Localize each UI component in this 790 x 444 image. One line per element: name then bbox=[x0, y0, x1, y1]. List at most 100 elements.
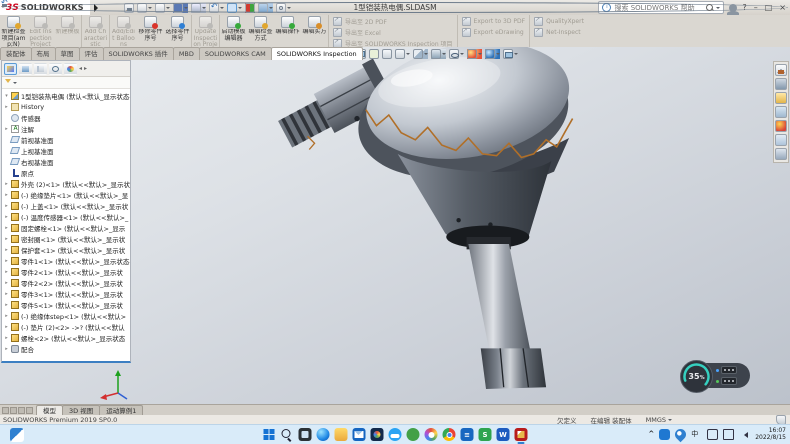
new-template-button[interactable]: 新建模板 bbox=[54, 15, 81, 47]
launch-template-editor-button[interactable]: 启动模板编辑器 bbox=[219, 15, 247, 47]
tree-item[interactable]: ▸ 零件3<1> (默认<<默认>_显示状 bbox=[2, 288, 130, 299]
select-balloons-button[interactable]: 选择零件序号 bbox=[164, 15, 191, 47]
cloud-app[interactable] bbox=[389, 428, 402, 441]
tree-item[interactable]: ▸ 保护套<1> (默认<<默认>_显示状 bbox=[2, 244, 130, 255]
ribbon-tab[interactable]: 装配体 bbox=[0, 47, 32, 60]
display-style-icon[interactable] bbox=[431, 49, 446, 59]
tree-item[interactable]: ▸ 右视基准面 bbox=[2, 156, 130, 167]
onedrive-icon[interactable] bbox=[659, 429, 670, 440]
displaymanager-tab[interactable] bbox=[64, 63, 77, 75]
new-inspection-project-button[interactable]: 新建检查项目(amp;N) bbox=[0, 15, 27, 47]
tray-expand-button[interactable]: ^ bbox=[648, 430, 654, 438]
export-excel-button[interactable]: 导出至 Excel bbox=[333, 28, 453, 37]
tree-item[interactable]: ▸ (-) 上盖<1> (默认<<默认>_显示状 bbox=[2, 200, 130, 211]
export-3d-pdf-button[interactable]: Export to 3D PDF bbox=[462, 17, 526, 26]
tree-filter[interactable] bbox=[2, 77, 130, 89]
green-app[interactable] bbox=[407, 428, 420, 441]
search-button[interactable] bbox=[281, 428, 294, 441]
view-orientation-icon[interactable] bbox=[413, 49, 428, 59]
tree-item[interactable]: ▸ 外壳 (2)<1> (默认<<默认>_显示状 bbox=[2, 178, 130, 189]
tree-item[interactable]: ▸ 传感器 bbox=[2, 112, 130, 123]
taskbar-clock[interactable]: 16:07 2022/8/15 bbox=[755, 427, 786, 441]
propertymanager-tab[interactable] bbox=[19, 63, 32, 75]
ribbon-tab[interactable]: SOLIDWORKS Inspection bbox=[271, 47, 363, 60]
edit-inspection-project-button[interactable]: Edit Inspection Project bbox=[27, 15, 54, 47]
tree-item[interactable]: ▸ (-) 垫片 (2)<2> ->? (默认<<默认 bbox=[2, 321, 130, 332]
tree-item[interactable]: ▸ 上视基准面 bbox=[2, 145, 130, 156]
color-ring-app[interactable] bbox=[425, 428, 438, 441]
configurationmanager-tab[interactable] bbox=[34, 63, 47, 75]
tree-item[interactable]: ▸ (-) 绝缘体step<1> (默认<<默认> bbox=[2, 310, 130, 321]
tree-item[interactable]: ▸ 固定螺栓<1> (默认<<默认>_显示 bbox=[2, 222, 130, 233]
battery-recorder-widget[interactable]: 35% bbox=[686, 363, 750, 388]
dimxpertmanager-tab[interactable] bbox=[49, 63, 62, 75]
tree-item[interactable]: ▸ 密封圈<1> (默认<<默认>_显示状 bbox=[2, 233, 130, 244]
green-s-app[interactable]: S bbox=[479, 428, 492, 441]
file-explorer-tab[interactable] bbox=[775, 92, 787, 104]
word-app[interactable]: W bbox=[497, 428, 510, 441]
hide-show-items-icon[interactable] bbox=[449, 49, 464, 59]
remove-balloons-button[interactable]: 移除零件序号 bbox=[137, 15, 164, 47]
edit-method-button[interactable]: 编辑实方 bbox=[301, 15, 328, 47]
search-icon[interactable] bbox=[706, 4, 713, 11]
touch-keyboard-icon[interactable] bbox=[707, 429, 718, 440]
ribbon-tab[interactable]: 草图 bbox=[55, 47, 80, 60]
ribbon-tab[interactable]: 布局 bbox=[31, 47, 56, 60]
section-view-icon[interactable] bbox=[395, 49, 410, 59]
export-2d-pdf-button[interactable]: 导出至 2D PDF bbox=[333, 17, 453, 26]
tree-item[interactable]: ▸ 螺栓<2> (默认<<默认>_显示状态 bbox=[2, 332, 130, 343]
photos-app[interactable] bbox=[371, 428, 384, 441]
tab-scroll-left[interactable]: ◂ bbox=[79, 65, 82, 72]
add-edit-balloons-button[interactable]: Add/Edit Balloons bbox=[109, 15, 137, 47]
view-palette-tab[interactable] bbox=[775, 106, 787, 118]
chrome-browser[interactable] bbox=[443, 428, 456, 441]
tree-item[interactable]: ▸ 注解 bbox=[2, 123, 130, 134]
ime-indicator[interactable]: 中 bbox=[691, 429, 702, 440]
tree-item[interactable]: ▸ (-) 绝缘垫片<1> (默认<<默认>_显 bbox=[2, 189, 130, 200]
tab-scroll-right[interactable]: ▸ bbox=[84, 65, 87, 72]
export-edrawing-button[interactable]: Export eDrawing bbox=[462, 28, 526, 37]
design-library-tab[interactable] bbox=[775, 78, 787, 90]
ribbon-tab[interactable]: SOLIDWORKS CAM bbox=[199, 47, 272, 60]
apply-scene-icon[interactable] bbox=[485, 49, 500, 59]
net-inspect-button[interactable]: Net-Inspect bbox=[534, 28, 584, 37]
zoom-to-area-icon[interactable] bbox=[369, 49, 379, 59]
tree-item[interactable]: ▸ 配合 bbox=[2, 343, 130, 354]
qualityxpert-button[interactable]: QualityXpert bbox=[534, 17, 584, 26]
units-selector[interactable]: MMGS bbox=[646, 416, 672, 424]
edit-operation-button[interactable]: 编辑操作 bbox=[274, 15, 301, 47]
volume-icon[interactable] bbox=[739, 429, 750, 440]
location-icon[interactable] bbox=[673, 426, 689, 442]
previous-view-icon[interactable] bbox=[382, 49, 392, 59]
solidworks-forum-tab[interactable] bbox=[775, 148, 787, 160]
tree-item[interactable]: ▸ 零件2<1> (默认<<默认>_显示状 bbox=[2, 266, 130, 277]
ribbon-tab[interactable]: SOLIDWORKS 插件 bbox=[103, 47, 174, 60]
edit-appearance-icon[interactable] bbox=[467, 49, 482, 59]
tree-item[interactable]: ▸ 零件1<1> (默认<<默认>_显示状态- bbox=[2, 255, 130, 266]
solidworks-resources-tab[interactable] bbox=[775, 64, 787, 76]
add-characteristic-button[interactable]: Add Characteristic bbox=[81, 15, 109, 47]
blue-doc-app[interactable]: ≡ bbox=[461, 428, 474, 441]
tree-item[interactable]: ▸ 原点 bbox=[2, 167, 130, 178]
tree-item[interactable]: ▸ 零件2<2> (默认<<默认>_显示状 bbox=[2, 277, 130, 288]
appearances-scenes-tab[interactable] bbox=[775, 120, 787, 132]
tree-item[interactable]: ▸ 零件5<1> (默认<<默认>_显示状 bbox=[2, 299, 130, 310]
update-inspection-project-button[interactable]: Update Inspection Project bbox=[191, 15, 219, 47]
custom-properties-tab[interactable] bbox=[775, 134, 787, 146]
tree-item[interactable]: ▸ History bbox=[2, 101, 130, 112]
tree-item[interactable]: ▸ 前视基准面 bbox=[2, 134, 130, 145]
widgets-button[interactable] bbox=[10, 428, 24, 442]
tag-icon[interactable] bbox=[776, 415, 786, 425]
start-button[interactable] bbox=[263, 428, 276, 441]
solidworks-app[interactable] bbox=[515, 428, 528, 441]
ribbon-tab[interactable]: MBD bbox=[173, 47, 200, 60]
edge-browser[interactable] bbox=[317, 428, 330, 441]
featuremanager-tree-tab[interactable] bbox=[4, 63, 17, 75]
view-settings-icon[interactable] bbox=[503, 49, 518, 59]
cast-icon[interactable] bbox=[723, 429, 734, 440]
edit-inspection-method-button[interactable]: 编辑检查方式 bbox=[247, 15, 274, 47]
ribbon-tab[interactable]: 评估 bbox=[79, 47, 104, 60]
settings-gear-icon[interactable] bbox=[276, 3, 291, 13]
tree-root[interactable]: ▾ 1型铠装热电偶 (默认<默认_显示状态-1 bbox=[2, 90, 130, 101]
mail-app[interactable] bbox=[353, 428, 366, 441]
